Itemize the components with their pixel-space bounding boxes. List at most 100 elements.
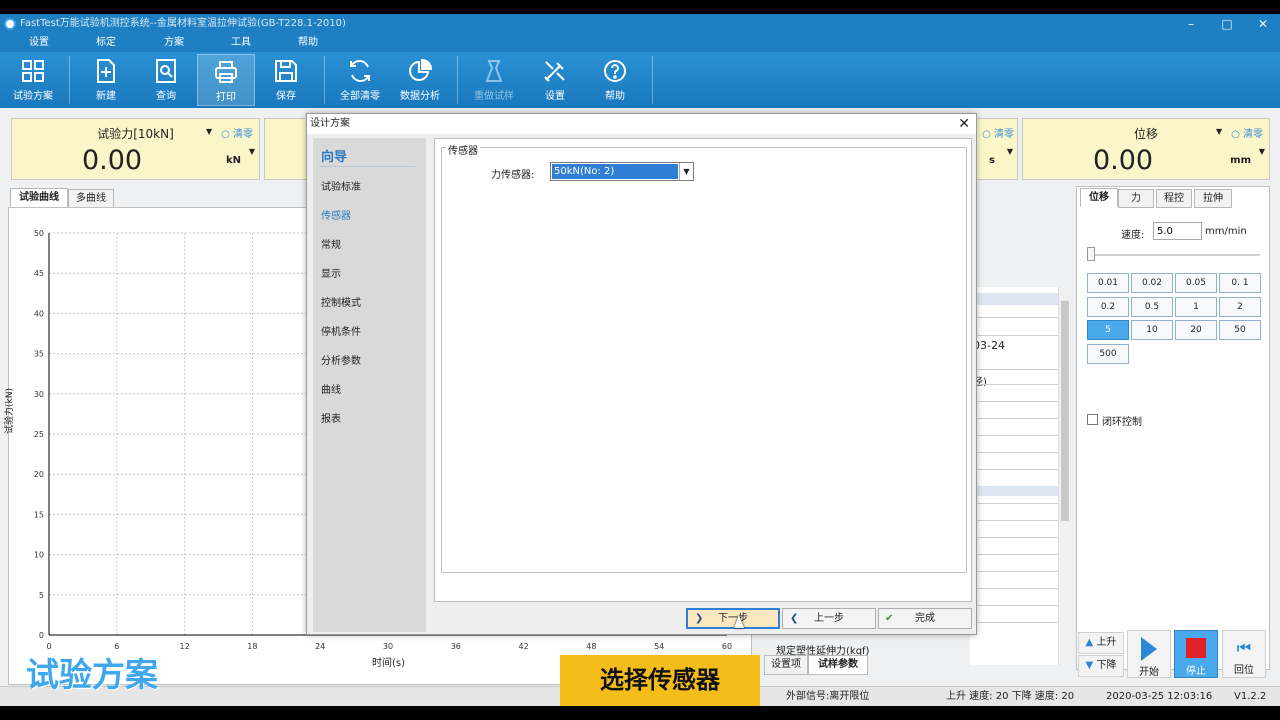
param-list-scrollbar[interactable] bbox=[1058, 287, 1070, 665]
chevron-right-icon: ❯ bbox=[695, 613, 704, 624]
x-tick-label: 48 bbox=[586, 642, 596, 651]
close-window-button[interactable]: ✕ bbox=[1252, 14, 1274, 34]
previous-label: 上一步 bbox=[814, 613, 844, 624]
y-tick-label: 25 bbox=[34, 430, 44, 439]
speed-preset-button[interactable]: 0.02 bbox=[1131, 273, 1173, 293]
speed-preset-button-selected[interactable]: 5 bbox=[1087, 320, 1129, 340]
tab-force[interactable]: 力 bbox=[1118, 189, 1154, 208]
stop-icon bbox=[1186, 638, 1206, 658]
x-tick-label: 24 bbox=[315, 642, 325, 651]
speed-label: 速度: bbox=[1121, 230, 1145, 241]
previous-button[interactable]: ❮ 上一步 bbox=[782, 608, 876, 629]
speed-preset-button[interactable]: 0. 1 bbox=[1219, 273, 1261, 293]
dialog-title-text: 设计方案 bbox=[310, 118, 350, 129]
speed-preset-button[interactable]: 0.01 bbox=[1087, 273, 1129, 293]
speed-preset-button[interactable]: 500 bbox=[1087, 344, 1129, 364]
sensor-group-title: 传感器 bbox=[446, 142, 480, 157]
force-sensor-value: 50kN(No: 2) bbox=[552, 164, 678, 179]
tab-program[interactable]: 程控 bbox=[1156, 189, 1192, 208]
param-row bbox=[970, 317, 1058, 318]
next-button[interactable]: ❯ 下一步 bbox=[686, 608, 780, 629]
param-row bbox=[970, 335, 1058, 336]
x-axis-label: 时间(s) bbox=[372, 658, 406, 669]
nav-item-test-standard[interactable]: 试验标准 bbox=[321, 178, 361, 193]
y-tick-label: 5 bbox=[39, 591, 44, 600]
nav-item-curve[interactable]: 曲线 bbox=[321, 381, 341, 396]
start-label: 开始 bbox=[1139, 667, 1159, 678]
start-button[interactable]: 开始 bbox=[1127, 630, 1171, 678]
tab-settings-items[interactable]: 设置项 bbox=[764, 655, 808, 675]
speed-preset-button[interactable]: 1 bbox=[1175, 297, 1217, 317]
status-signal: 外部信号:离开限位 bbox=[786, 691, 870, 702]
displacement-meter-value: 0.00 bbox=[1092, 145, 1154, 176]
nav-item-sensor[interactable]: 传感器 bbox=[321, 207, 351, 222]
speed-preset-button[interactable]: 10 bbox=[1131, 320, 1173, 340]
status-speeds: 上升 速度: 20 下降 速度: 20 bbox=[946, 691, 1075, 702]
speed-slider-track[interactable] bbox=[1090, 254, 1260, 256]
y-axis-label: 试验力(kN) bbox=[5, 388, 15, 434]
tab-specimen-params[interactable]: 试样参数 bbox=[808, 655, 868, 675]
y-tick-label: 45 bbox=[34, 269, 44, 278]
nav-item-report[interactable]: 报表 bbox=[321, 410, 341, 425]
param-row bbox=[970, 401, 1058, 402]
down-button[interactable]: ▼ 下降 bbox=[1078, 655, 1124, 677]
param-row bbox=[970, 469, 1058, 470]
speed-slider-thumb[interactable] bbox=[1087, 247, 1095, 261]
dialog-close-icon[interactable]: ✕ bbox=[958, 114, 970, 134]
param-list: 03-24 径) bbox=[970, 287, 1058, 665]
x-tick-label: 30 bbox=[383, 642, 393, 651]
speed-preset-button[interactable]: 0.5 bbox=[1131, 297, 1173, 317]
speed-preset-button[interactable]: 2 bbox=[1219, 297, 1261, 317]
param-row bbox=[970, 369, 1058, 370]
y-tick-label: 10 bbox=[34, 551, 44, 560]
dropdown-arrow-icon[interactable]: ▼ bbox=[679, 163, 693, 180]
param-row bbox=[970, 452, 1058, 453]
mouse-cursor-icon bbox=[734, 615, 744, 628]
displacement-clear-button[interactable]: ○ 清零 bbox=[1231, 125, 1263, 140]
unit-caret-icon[interactable]: ▼ bbox=[1259, 147, 1265, 156]
param-row bbox=[970, 384, 1058, 385]
speed-preset-button[interactable]: 0.05 bbox=[1175, 273, 1217, 293]
nav-item-display[interactable]: 显示 bbox=[321, 265, 341, 280]
time-clear-button[interactable]: ○ 清零 bbox=[982, 125, 1014, 140]
y-tick-label: 15 bbox=[34, 510, 44, 519]
wizard-nav: 向导 试验标准 传感器 常规 显示 控制模式 停机条件 分析参数 曲线 报表 bbox=[313, 138, 426, 632]
dropdown-caret-icon[interactable]: ▼ bbox=[1216, 127, 1222, 136]
stop-label: 停止 bbox=[1186, 666, 1206, 677]
caption-select-sensor: 选择传感器 bbox=[560, 655, 760, 706]
caption-test-scheme: 试验方案 bbox=[26, 655, 158, 694]
wizard-header: 向导 bbox=[321, 150, 348, 165]
up-button[interactable]: ▲ 上升 bbox=[1078, 632, 1124, 654]
nav-item-general[interactable]: 常规 bbox=[321, 236, 341, 251]
tab-displacement[interactable]: 位移 bbox=[1080, 188, 1118, 207]
force-sensor-select[interactable]: 50kN(No: 2) ▼ bbox=[550, 162, 694, 181]
closed-loop-label: 闭环控制 bbox=[1102, 417, 1142, 428]
param-row bbox=[970, 622, 1058, 623]
y-tick-label: 50 bbox=[34, 229, 44, 238]
maximize-button[interactable]: □ bbox=[1216, 14, 1238, 34]
closed-loop-checkbox[interactable] bbox=[1087, 414, 1098, 425]
minimize-button[interactable]: – bbox=[1180, 14, 1202, 34]
chevron-left-icon: ❮ bbox=[790, 613, 799, 624]
control-panel bbox=[1076, 186, 1270, 670]
speed-preset-button[interactable]: 50 bbox=[1219, 320, 1261, 340]
unit-caret-icon[interactable]: ▼ bbox=[1007, 147, 1013, 156]
x-tick-label: 36 bbox=[451, 642, 461, 651]
wizard-divider bbox=[319, 166, 415, 167]
speed-input[interactable] bbox=[1153, 222, 1202, 240]
nav-item-control-mode[interactable]: 控制模式 bbox=[321, 294, 361, 309]
nav-item-analysis-params[interactable]: 分析参数 bbox=[321, 352, 361, 367]
speed-preset-button[interactable]: 0.2 bbox=[1087, 297, 1129, 317]
clear-label: 清零 bbox=[994, 129, 1014, 140]
up-label: 上升 bbox=[1096, 637, 1117, 648]
time-meter-unit: s bbox=[989, 155, 995, 166]
speed-preset-button[interactable]: 20 bbox=[1175, 320, 1217, 340]
scrollbar-thumb[interactable] bbox=[1061, 301, 1069, 521]
param-row bbox=[970, 554, 1058, 555]
home-button[interactable]: ⏮ 回位 bbox=[1222, 630, 1266, 678]
stop-button[interactable]: 停止 bbox=[1174, 630, 1218, 678]
tab-tensile[interactable]: 拉伸 bbox=[1194, 189, 1232, 208]
nav-item-stop-conditions[interactable]: 停机条件 bbox=[321, 323, 361, 338]
finish-button[interactable]: ✔ 完成 bbox=[878, 608, 972, 629]
x-tick-label: 12 bbox=[180, 642, 190, 651]
